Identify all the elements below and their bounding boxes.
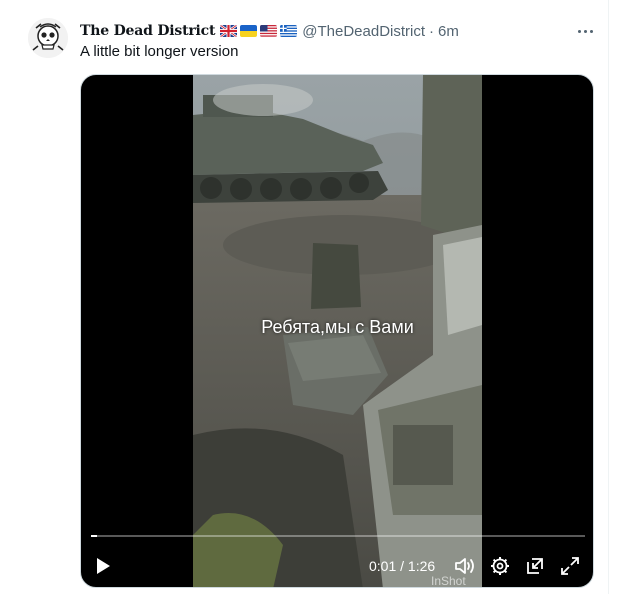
tweet-header: The Dead District @TheDeadDistrict · 6m	[80, 20, 459, 42]
timestamp[interactable]: 6m	[438, 23, 459, 40]
uk-flag-icon	[220, 25, 238, 37]
settings-icon[interactable]	[487, 553, 513, 579]
play-icon[interactable]	[90, 553, 116, 579]
popout-icon[interactable]	[522, 553, 548, 579]
volume-icon[interactable]	[452, 553, 478, 579]
video-player[interactable]: InShot Ребята,мы с Вами 0:01 / 1:26	[80, 74, 594, 588]
fullscreen-icon[interactable]	[557, 553, 583, 579]
flag-emojis	[220, 25, 298, 37]
skull-avatar-icon	[28, 18, 68, 58]
ukraine-flag-icon	[240, 25, 258, 37]
separator-dot: ·	[429, 22, 435, 40]
tweet[interactable]: The Dead District @TheDeadDistrict · 6m …	[0, 0, 609, 594]
video-timecode: 0:01 / 1:26	[369, 558, 436, 574]
display-name[interactable]: The Dead District	[80, 23, 215, 39]
tweet-text: A little bit longer version	[80, 43, 239, 60]
more-options-icon[interactable]	[572, 20, 598, 42]
greece-flag-icon	[280, 25, 298, 37]
us-flag-icon	[260, 25, 278, 37]
avatar[interactable]	[28, 18, 68, 58]
video-caption: Ребята,мы с Вами	[261, 317, 414, 337]
progress-fill	[91, 535, 97, 537]
progress-bar[interactable]	[91, 535, 585, 537]
video-controls: 0:01 / 1:26	[81, 549, 593, 583]
user-handle[interactable]: @TheDeadDistrict	[302, 23, 425, 40]
